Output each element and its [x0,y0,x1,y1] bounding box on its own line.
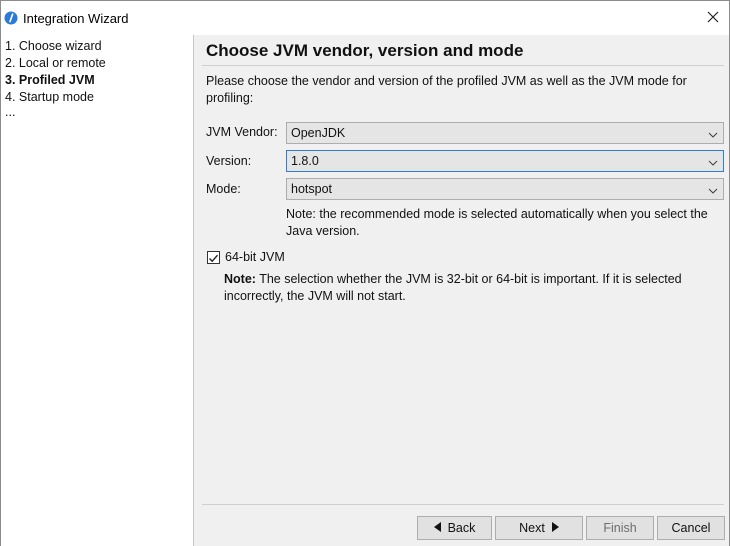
step-startup-mode: 4. Startup mode [5,90,94,104]
64bit-checkbox-label[interactable]: 64-bit JVM [225,250,285,264]
close-button[interactable] [698,5,728,31]
page-description: Please choose the vendor and version of … [206,74,687,105]
mode-dropdown[interactable]: hotspot [286,178,724,200]
wizard-info-icon [4,11,18,25]
bitness-note: Note: The selection whether the JVM is 3… [224,271,724,305]
back-button[interactable]: Back [417,516,492,540]
mode-label: Mode: [206,182,241,196]
window-title: Integration Wizard [23,11,129,26]
integration-wizard-window: Integration Wizard 1. Choose wizard 2. L… [0,0,730,546]
chevron-down-icon [707,183,719,195]
page-title: Choose JVM vendor, version and mode [206,41,524,60]
mode-note: Note: the recommended mode is selected a… [286,207,708,238]
next-button-label: Next [519,521,545,535]
mode-value: hotspot [291,182,333,196]
wizard-content-panel: Choose JVM vendor, version and mode Plea… [193,35,729,546]
64bit-checkbox[interactable] [207,251,220,264]
version-label: Version: [206,154,252,168]
triangle-left-icon [433,521,442,535]
title-bar: Integration Wizard [1,1,729,35]
cancel-button[interactable]: Cancel [657,516,725,540]
version-value: 1.8.0 [291,154,319,168]
next-button[interactable]: Next [495,516,583,540]
step-choose-wizard: 1. Choose wizard [5,39,102,53]
version-dropdown[interactable]: 1.8.0 [286,150,724,172]
jvm-vendor-value: OpenJDK [291,126,346,140]
title-divider [202,65,724,66]
close-icon [707,11,719,26]
checkmark-icon [209,254,219,263]
back-button-label: Back [447,521,476,535]
step-more: ... [5,105,16,119]
step-profiled-jvm: 3. Profiled JVM [5,73,95,87]
bitness-note-bold: Note: [224,272,256,286]
chevron-down-icon [707,155,719,167]
finish-button-label: Finish [603,521,637,535]
step-local-or-remote: 2. Local or remote [5,56,106,70]
triangle-right-icon [551,521,559,535]
finish-button[interactable]: Finish [586,516,654,540]
jvm-vendor-label: JVM Vendor: [206,125,278,139]
bitness-note-text: The selection whether the JVM is 32-bit … [224,272,682,303]
chevron-down-icon [707,127,719,139]
cancel-button-label: Cancel [671,521,711,535]
wizard-steps-panel: 1. Choose wizard 2. Local or remote 3. P… [1,35,193,546]
footer-divider [202,504,724,505]
jvm-vendor-dropdown[interactable]: OpenJDK [286,122,724,144]
